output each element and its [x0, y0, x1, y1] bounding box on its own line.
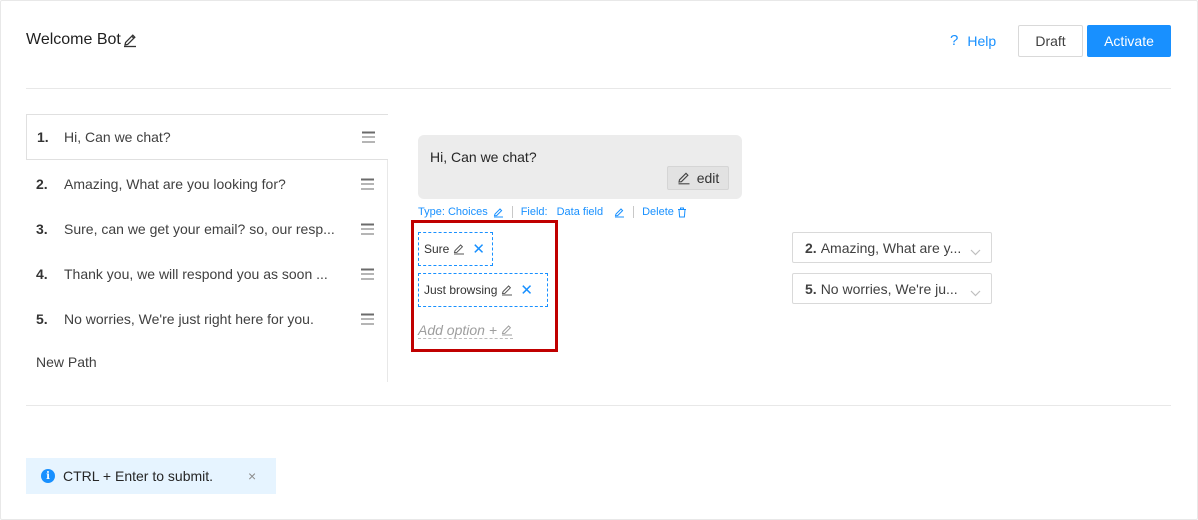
- info-icon: i: [41, 469, 55, 483]
- destination-text: Amazing, What are y...: [820, 239, 962, 256]
- drag-handle-icon[interactable]: [361, 313, 374, 325]
- drag-handle-icon[interactable]: [361, 268, 374, 280]
- chevron-down-icon: [970, 284, 981, 300]
- step-text: Amazing, What are you looking for?: [64, 176, 286, 192]
- step-item[interactable]: 2. Amazing, What are you looking for?: [26, 161, 388, 207]
- trash-icon: [677, 207, 687, 218]
- pencil-icon: [614, 207, 625, 218]
- close-icon[interactable]: ×: [248, 468, 256, 484]
- delete-label: Delete: [642, 206, 674, 218]
- field-label: Field:: [520, 206, 548, 218]
- header-divider: [26, 88, 1171, 89]
- destination-select[interactable]: 5. No worries, We're ju...: [792, 273, 992, 304]
- pencil-icon: [493, 207, 504, 218]
- add-option-button[interactable]: Add option +: [418, 321, 514, 339]
- steps-list: 1. Hi, Can we chat? 2. Amazing, What are…: [26, 114, 388, 382]
- step-item[interactable]: 5. No worries, We're just right here for…: [26, 296, 388, 342]
- message-text: Hi, Can we chat?: [430, 149, 537, 165]
- message-bubble: Hi, Can we chat? edit: [418, 135, 742, 199]
- step-number: 2.: [36, 176, 48, 192]
- bot-title: Welcome Bot: [26, 31, 121, 48]
- option-label: Just browsing: [424, 283, 498, 297]
- drag-handle-icon[interactable]: [362, 131, 375, 143]
- drag-handle-icon[interactable]: [361, 178, 374, 190]
- remove-option-icon[interactable]: ✕: [520, 283, 533, 298]
- step-text: Sure, can we get your email? so, our res…: [64, 221, 335, 237]
- pencil-icon: [677, 171, 691, 185]
- type-label: Type: Choices: [418, 206, 488, 218]
- field-selector[interactable]: Field: Data field: [521, 206, 625, 218]
- activate-button[interactable]: Activate: [1087, 25, 1171, 57]
- page-title: Welcome Bot: [26, 31, 138, 49]
- submit-hint-toast: i CTRL + Enter to submit. ×: [26, 458, 276, 494]
- step-number: 3.: [36, 221, 48, 237]
- edit-message-button[interactable]: edit: [667, 166, 729, 190]
- add-option-label: Add option +: [418, 321, 498, 338]
- help-label: Help: [967, 32, 997, 49]
- choice-option[interactable]: Sure ✕: [418, 232, 493, 266]
- step-text: Thank you, we will respond you as soon .…: [64, 266, 328, 282]
- step-number: 5.: [36, 311, 48, 327]
- step-number: 1.: [37, 129, 49, 145]
- footer-divider: [26, 405, 1171, 406]
- pencil-icon[interactable]: [501, 284, 513, 296]
- draft-button[interactable]: Draft: [1018, 25, 1083, 57]
- edit-title-icon[interactable]: [122, 32, 138, 48]
- step-item[interactable]: 3. Sure, can we get your email? so, our …: [26, 206, 388, 252]
- new-path-link[interactable]: New Path: [36, 354, 97, 370]
- choice-option[interactable]: Just browsing ✕: [418, 273, 548, 307]
- step-item[interactable]: 4. Thank you, we will respond you as soo…: [26, 251, 388, 297]
- meta-separator: [511, 206, 513, 218]
- toast-message: CTRL + Enter to submit.: [63, 468, 214, 484]
- step-text: Hi, Can we chat?: [64, 129, 171, 145]
- message-meta-bar: Type: Choices Field: Data field Delete: [418, 205, 687, 219]
- pencil-icon[interactable]: [453, 243, 465, 255]
- chevron-down-icon: [970, 243, 981, 259]
- option-label: Sure: [424, 242, 450, 256]
- field-value: Data field: [556, 206, 604, 218]
- pencil-icon: [501, 324, 513, 336]
- step-number: 4.: [36, 266, 48, 282]
- step-text: No worries, We're just right here for yo…: [64, 311, 314, 327]
- destination-number: 5.: [805, 280, 817, 297]
- destination-select[interactable]: 2. Amazing, What are y...: [792, 232, 992, 263]
- question-icon: ?: [950, 32, 959, 49]
- step-item[interactable]: 1. Hi, Can we chat?: [26, 114, 388, 160]
- delete-message-button[interactable]: Delete: [642, 206, 687, 218]
- remove-option-icon[interactable]: ✕: [472, 242, 485, 257]
- destination-text: No worries, We're ju...: [820, 280, 958, 297]
- destination-number: 2.: [805, 239, 817, 256]
- edit-label: edit: [696, 170, 720, 186]
- type-selector[interactable]: Type: Choices: [418, 206, 504, 218]
- help-link[interactable]: ? Help: [950, 32, 996, 49]
- drag-handle-icon[interactable]: [361, 223, 374, 235]
- meta-separator: [633, 206, 635, 218]
